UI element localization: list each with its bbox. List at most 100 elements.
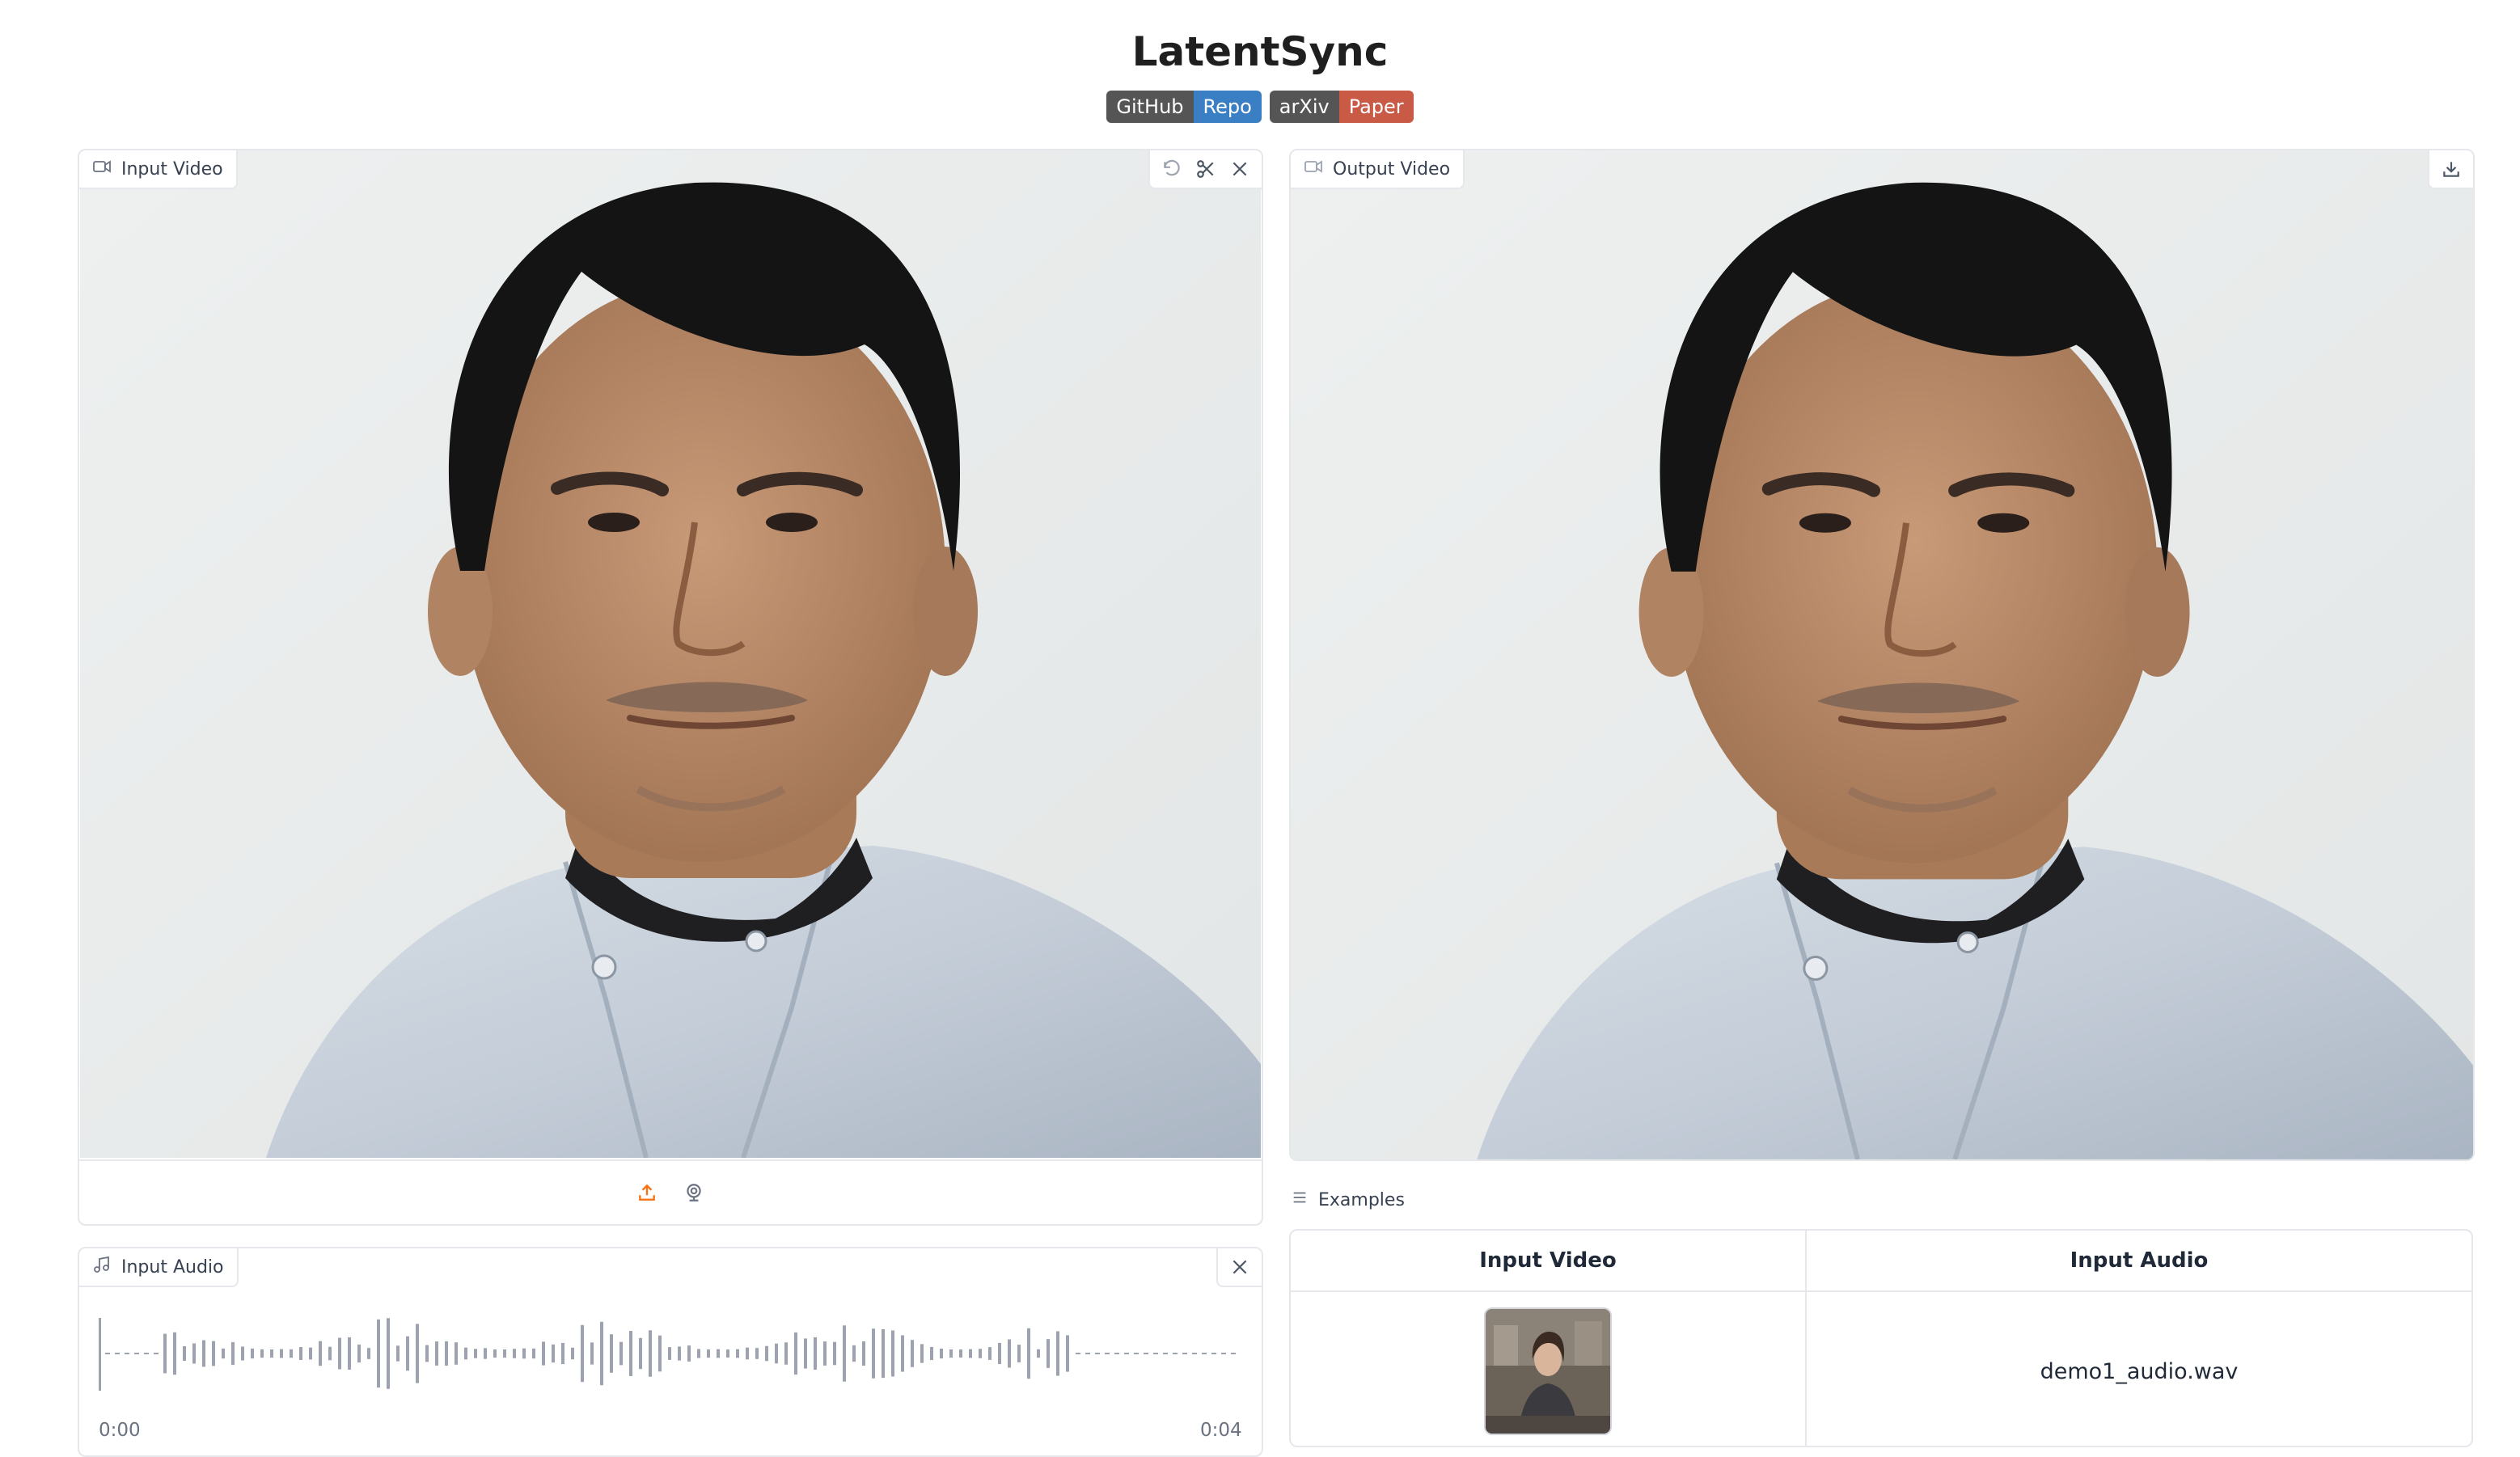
waveform-bar	[134, 1353, 139, 1354]
waveform-bar	[891, 1330, 894, 1377]
example-video-cell	[1291, 1292, 1807, 1446]
output-video-label-text: Output Video	[1333, 158, 1451, 179]
waveform-bar	[872, 1328, 875, 1379]
example-audio-cell: demo1_audio.wav	[2040, 1358, 2239, 1384]
waveform-bar	[1173, 1353, 1178, 1354]
waveform-bar	[377, 1319, 380, 1388]
waveform-bar	[173, 1332, 176, 1375]
waveform-bar	[949, 1349, 953, 1358]
waveform-bar	[202, 1340, 205, 1367]
waveform-bar	[600, 1321, 603, 1386]
waveform-bar	[1231, 1353, 1236, 1354]
output-video-label: Output Video	[1291, 150, 1465, 189]
waveform-bar	[290, 1349, 293, 1358]
input-video-label-text: Input Video	[121, 158, 223, 179]
waveform-bar	[105, 1353, 110, 1354]
upload-icon[interactable]	[632, 1177, 662, 1208]
waveform-bar	[697, 1349, 700, 1358]
waveform-bar	[901, 1335, 904, 1372]
waveform-bar	[435, 1341, 438, 1366]
input-video-source-bar	[79, 1159, 1262, 1224]
waveform-bar	[1163, 1353, 1168, 1354]
waveform-bar	[328, 1346, 332, 1361]
waveform-bar	[125, 1353, 129, 1354]
waveform-bar	[144, 1353, 149, 1354]
waveform-bar	[823, 1341, 827, 1366]
waveform-bar	[988, 1347, 992, 1360]
waveform-bar	[513, 1349, 516, 1358]
example-row[interactable]: demo1_audio.wav	[1291, 1292, 2471, 1446]
waveform-bar	[387, 1318, 390, 1389]
scissors-icon[interactable]	[1190, 154, 1221, 184]
waveform-bar	[1066, 1335, 1069, 1372]
waveform-bar	[571, 1347, 574, 1360]
waveform-bar	[1134, 1353, 1139, 1354]
waveform-bar	[348, 1337, 351, 1370]
waveform-bar	[1153, 1353, 1158, 1354]
waveform-bar	[1008, 1339, 1011, 1368]
waveform-bar	[280, 1349, 283, 1358]
waveform-bar	[532, 1348, 535, 1359]
waveform-bar	[717, 1349, 720, 1358]
video-camera-icon	[92, 157, 112, 181]
output-video-toolbar	[2428, 150, 2473, 189]
input-video-player[interactable]	[79, 150, 1262, 1158]
waveform-bar	[755, 1348, 759, 1359]
arxiv-badge-label: arXiv	[1269, 91, 1339, 123]
waveform-bar	[1095, 1353, 1100, 1354]
waveform-bar	[940, 1348, 943, 1359]
badge-row: GitHub Repo arXiv Paper	[0, 91, 2520, 123]
waveform-bar	[746, 1347, 749, 1360]
output-video-player[interactable]	[1291, 150, 2473, 1159]
waveform-bar	[299, 1346, 302, 1361]
input-audio-label-text: Input Audio	[121, 1256, 224, 1278]
waveform-bar	[862, 1341, 865, 1366]
waveform-bar	[979, 1349, 982, 1358]
input-audio-toolbar	[1216, 1248, 1262, 1287]
waveform-bar	[920, 1344, 924, 1363]
waveform-bar	[1221, 1353, 1226, 1354]
waveform-bar	[1056, 1331, 1059, 1376]
waveform-bar	[183, 1345, 186, 1362]
waveform-bar	[1202, 1353, 1207, 1354]
waveform-bar	[357, 1344, 361, 1363]
audio-time-start: 0:00	[99, 1420, 141, 1441]
waveform-bar	[814, 1337, 817, 1370]
input-video-label: Input Video	[79, 150, 238, 189]
close-icon[interactable]	[1224, 1252, 1255, 1282]
waveform-bar	[493, 1349, 497, 1358]
arxiv-paper-badge[interactable]: arXiv Paper	[1269, 91, 1414, 123]
waveform-bar	[804, 1338, 807, 1369]
github-repo-badge[interactable]: GitHub Repo	[1106, 91, 1262, 123]
waveform-bar	[503, 1349, 506, 1358]
waveform-bar	[649, 1330, 652, 1377]
waveform-bar	[522, 1348, 526, 1359]
waveform-bar	[1144, 1353, 1148, 1354]
input-video-frame	[79, 150, 1262, 1158]
undo-icon[interactable]	[1156, 154, 1187, 184]
waveform-bar	[658, 1335, 662, 1372]
waveform-bar	[843, 1325, 846, 1382]
example-video-thumbnail	[1484, 1307, 1612, 1435]
music-note-icon	[92, 1255, 112, 1279]
waveform-bar	[154, 1353, 159, 1354]
close-icon[interactable]	[1224, 154, 1255, 184]
download-icon[interactable]	[2436, 154, 2467, 184]
examples-header-row: Input Video Input Audio	[1291, 1231, 2471, 1292]
app-title: LatentSync	[1131, 28, 1389, 75]
waveform-bar	[1037, 1349, 1040, 1358]
audio-waveform[interactable]	[99, 1305, 1242, 1402]
webcam-icon[interactable]	[679, 1177, 709, 1208]
waveform-bar	[930, 1346, 933, 1361]
waveform-bar	[639, 1337, 642, 1370]
waveform-bar	[590, 1342, 594, 1365]
waveform-bar	[1085, 1353, 1090, 1354]
waveform-bars	[99, 1318, 1236, 1391]
waveform-bar	[765, 1345, 768, 1362]
waveform-bar	[251, 1348, 254, 1359]
waveform-bar	[241, 1346, 244, 1361]
waveform-bar	[484, 1348, 487, 1359]
waveform-bar	[610, 1334, 613, 1373]
waveform-bar	[998, 1342, 1001, 1365]
waveform-bar	[1192, 1353, 1197, 1354]
